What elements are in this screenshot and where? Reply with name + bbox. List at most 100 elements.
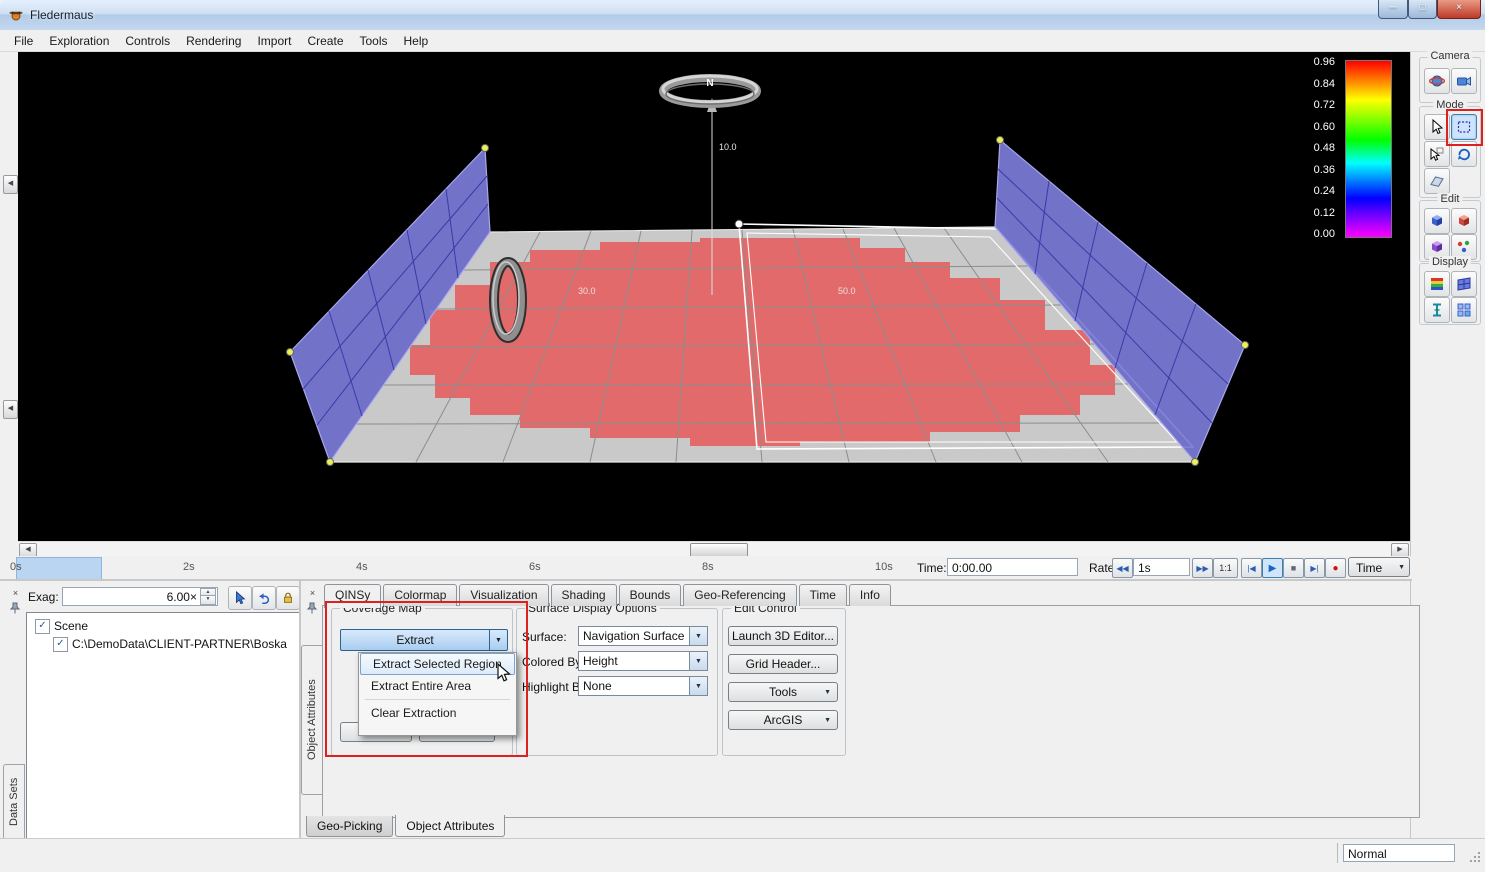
skip-to-end-button[interactable]: ▶| xyxy=(1304,558,1325,578)
rate-increase-button[interactable]: ▶▶ xyxy=(1192,558,1213,578)
menu-tools[interactable]: Tools xyxy=(352,31,396,51)
rate-value-field[interactable]: 1s xyxy=(1133,558,1190,576)
tree-item-dataset[interactable]: ✓ C:\DemoData\CLIENT-PARTNER\Boska... xyxy=(53,636,293,653)
splitter-collapse-button[interactable]: ◀ xyxy=(3,175,18,194)
display-grid-button[interactable] xyxy=(1451,297,1477,323)
tab-shading[interactable]: Shading xyxy=(551,584,617,606)
extract-dropdown-button[interactable]: Extract ▼ xyxy=(340,629,508,651)
tab-qinsy[interactable]: QINSy xyxy=(324,584,381,608)
minimize-button[interactable]: ─ xyxy=(1378,0,1408,19)
viewport-3d[interactable]: 10.0 N 30.0 50.0 0.96 0.84 0.72 xyxy=(18,52,1410,541)
compass-ring[interactable]: N xyxy=(663,76,757,104)
resize-grip[interactable] xyxy=(1469,851,1481,863)
menu-file[interactable]: File xyxy=(6,31,41,51)
splitter-collapse-button-2[interactable]: ◀ xyxy=(3,400,18,419)
menu-exploration[interactable]: Exploration xyxy=(41,31,117,51)
left-arrow-icon: ◀ xyxy=(8,405,13,412)
timeline-selection[interactable] xyxy=(16,557,102,580)
explore-mode-button[interactable] xyxy=(1424,114,1450,140)
dataset-checkbox[interactable]: ✓ xyxy=(53,637,68,652)
navigate-tool-button[interactable] xyxy=(228,586,252,610)
skip-to-start-button[interactable]: |◀ xyxy=(1241,558,1262,578)
maximize-button[interactable]: □ xyxy=(1408,0,1437,19)
tree-item-scene[interactable]: ✓ Scene xyxy=(35,618,285,635)
tab-data-sets[interactable]: Data Sets xyxy=(3,764,25,840)
menu-extract-selected-region[interactable]: Extract Selected Region xyxy=(360,653,515,675)
tab-bounds[interactable]: Bounds xyxy=(619,584,682,606)
exag-value: 6.00× xyxy=(167,590,197,604)
pick-mode-button[interactable] xyxy=(1424,141,1450,167)
side-tab-object-attributes[interactable]: Object Attributes xyxy=(301,645,323,795)
attributes-pin-icon[interactable] xyxy=(306,602,318,614)
rotate-mode-button[interactable] xyxy=(1451,141,1477,167)
menu-extract-entire-area[interactable]: Extract Entire Area xyxy=(359,675,516,697)
tools-dropdown-button[interactable]: Tools ▼ xyxy=(728,682,838,702)
app-icon xyxy=(8,7,24,23)
check-icon: ✓ xyxy=(38,620,46,631)
surface-value: Navigation Surface xyxy=(583,629,689,643)
camera-view-button[interactable] xyxy=(1451,68,1477,94)
surface-dropdown[interactable]: Navigation Surface ▼ xyxy=(578,626,708,646)
tick-4s: 4s xyxy=(356,561,368,573)
rate-decrease-button[interactable]: ◀◀ xyxy=(1112,558,1133,578)
tab-visualization[interactable]: Visualization xyxy=(459,584,548,606)
tab-info[interactable]: Info xyxy=(849,584,891,606)
undo-arrow-icon xyxy=(257,591,271,605)
tab-colormap[interactable]: Colormap xyxy=(383,584,457,606)
launch-3d-editor-button[interactable]: Launch 3D Editor... xyxy=(728,626,838,646)
camera-icon xyxy=(1456,73,1472,89)
arcgis-dropdown-button[interactable]: ArcGIS ▼ xyxy=(728,710,838,730)
close-button[interactable]: × xyxy=(1437,0,1481,19)
title-bar[interactable]: Fledermaus ─ □ × xyxy=(0,0,1485,31)
horizontal-splitter[interactable] xyxy=(0,579,1412,581)
tab-geo-referencing[interactable]: Geo-Referencing xyxy=(683,584,796,606)
highlight-by-dropdown[interactable]: None ▼ xyxy=(578,676,708,696)
window-title: Fledermaus xyxy=(30,8,93,22)
menu-rendering[interactable]: Rendering xyxy=(178,31,249,51)
select-mode-button[interactable] xyxy=(1451,114,1477,140)
tree-item-label: C:\DemoData\CLIENT-PARTNER\Boska... xyxy=(72,637,287,651)
orbit-camera-icon xyxy=(1429,73,1445,89)
menu-import[interactable]: Import xyxy=(249,31,299,51)
time-mode-dropdown[interactable]: Time ▼ xyxy=(1348,557,1410,577)
scene-checkbox[interactable]: ✓ xyxy=(35,619,50,634)
menu-help[interactable]: Help xyxy=(396,31,437,51)
menu-create[interactable]: Create xyxy=(299,31,351,51)
scene-tree[interactable]: ✓ Scene ✓ C:\DemoData\CLIENT-PARTNER\Bos… xyxy=(26,612,300,840)
colored-by-dropdown[interactable]: Height ▼ xyxy=(578,651,708,671)
tab-time[interactable]: Time xyxy=(799,584,847,606)
camera-group-label: Camera xyxy=(1427,50,1472,62)
display-scalebar-button[interactable] xyxy=(1424,297,1450,323)
display-walls-button[interactable] xyxy=(1451,271,1477,297)
datasets-pin-icon[interactable] xyxy=(9,602,21,614)
plane-mode-button[interactable] xyxy=(1424,168,1450,194)
floor-label-50: 50.0 xyxy=(838,286,856,296)
lock-view-button[interactable] xyxy=(276,586,300,610)
colored-by-label: Colored By: xyxy=(522,655,585,669)
grid-header-button[interactable]: Grid Header... xyxy=(728,654,838,674)
record-button[interactable]: ● xyxy=(1325,558,1346,578)
colorbar-labels: 0.96 0.84 0.72 0.60 0.48 0.36 0.24 0.12 … xyxy=(1285,56,1335,240)
selection-handle[interactable] xyxy=(735,220,743,228)
attributes-close-button[interactable]: × xyxy=(305,586,320,601)
stop-button[interactable]: ■ xyxy=(1283,558,1304,578)
scene-3d[interactable]: 10.0 N 30.0 50.0 xyxy=(18,52,1410,541)
edit-surface-button[interactable] xyxy=(1424,208,1450,234)
rate-one-to-one-button[interactable]: 1:1 xyxy=(1213,558,1238,578)
floor-label-30: 30.0 xyxy=(578,286,596,296)
exag-spin-down[interactable]: ▼ xyxy=(200,595,216,605)
menu-clear-extraction[interactable]: Clear Extraction xyxy=(359,702,516,724)
undo-view-button[interactable] xyxy=(252,586,276,610)
datasets-close-button[interactable]: × xyxy=(8,586,23,601)
exag-spinbox[interactable]: 6.00× ▲ ▼ xyxy=(62,587,218,606)
orbit-camera-button[interactable] xyxy=(1424,68,1450,94)
edit-area-button[interactable] xyxy=(1451,208,1477,234)
colorbar xyxy=(1345,60,1392,238)
menu-controls[interactable]: Controls xyxy=(117,31,178,51)
tab-geo-picking[interactable]: Geo-Picking xyxy=(306,816,393,837)
time-value-field[interactable]: 0:00.00 xyxy=(947,558,1078,576)
display-colormap-button[interactable] xyxy=(1424,271,1450,297)
tab-object-attributes[interactable]: Object Attributes xyxy=(395,815,505,837)
status-mode-field[interactable]: Normal xyxy=(1343,844,1455,862)
play-button[interactable]: ▶ xyxy=(1262,558,1283,578)
